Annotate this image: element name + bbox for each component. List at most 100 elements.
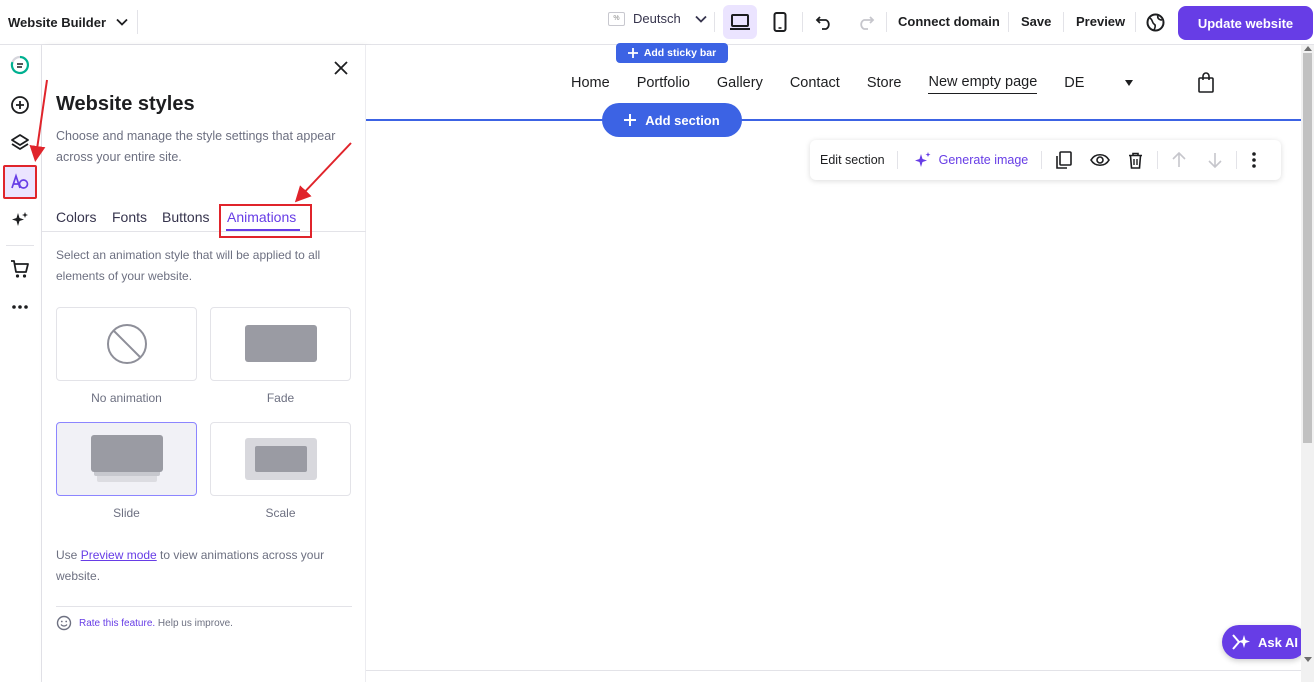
undo-button[interactable] (807, 5, 841, 39)
left-rail (0, 45, 42, 682)
laptop-icon (729, 13, 751, 31)
nav-item-home[interactable]: Home (571, 75, 610, 91)
divider (1135, 12, 1136, 32)
nav-item-store[interactable]: Store (867, 75, 902, 91)
rate-feature-suffix: Help us improve. (155, 617, 233, 629)
more-icon (11, 304, 29, 310)
divider (802, 12, 803, 32)
divider (1063, 12, 1064, 32)
preview-button[interactable]: Preview (1076, 14, 1125, 29)
tab-colors[interactable]: Colors (56, 209, 96, 225)
top-bar: Website Builder % Deutsch Connect domain (0, 0, 1314, 45)
ai-tools-icon (10, 210, 30, 230)
tab-buttons[interactable]: Buttons (162, 209, 209, 225)
divider (6, 245, 34, 246)
website-styles-panel: Website styles Choose and manage the sty… (42, 45, 366, 682)
divider (714, 12, 715, 32)
language-label: Deutsch (633, 11, 681, 26)
edit-section-button[interactable]: Edit section (820, 153, 885, 167)
add-section-button[interactable]: Add section (602, 103, 742, 137)
delete-icon[interactable] (1128, 152, 1143, 169)
preview-note: Use Preview mode to view animations acro… (56, 545, 346, 587)
animation-option-slide[interactable] (56, 422, 197, 496)
tab-fonts[interactable]: Fonts (112, 209, 147, 225)
animation-option-label: No animation (91, 391, 162, 405)
ask-ai-button[interactable]: Ask AI (1222, 625, 1307, 659)
animation-option-scale[interactable] (210, 422, 351, 496)
desktop-view-button[interactable] (723, 5, 757, 39)
nav-item-new-empty-page[interactable]: New empty page (928, 74, 1038, 94)
layers-button[interactable] (4, 127, 36, 159)
nav-item-gallery[interactable]: Gallery (717, 75, 763, 91)
site-language-selector[interactable]: DE (1064, 75, 1160, 91)
animation-option-label: Scale (265, 506, 296, 520)
generate-image-button[interactable]: Generate image (913, 151, 1028, 169)
divider (56, 606, 352, 607)
scroll-up-arrow-icon[interactable] (1304, 46, 1312, 51)
connect-domain-button[interactable]: Connect domain (898, 14, 1000, 29)
panel-description: Choose and manage the style settings tha… (56, 129, 336, 164)
scroll-down-arrow-icon[interactable] (1304, 657, 1312, 662)
add-sticky-bar-button[interactable]: Add sticky bar (616, 43, 728, 63)
progress-button[interactable] (4, 49, 36, 81)
divider (1008, 12, 1009, 32)
fade-preview-icon (244, 324, 318, 364)
layers-icon (10, 133, 30, 153)
add-section-label: Add section (645, 112, 720, 128)
visibility-icon[interactable] (1090, 153, 1111, 167)
add-element-icon (10, 95, 30, 115)
progress-icon (10, 55, 30, 75)
store-button[interactable] (4, 253, 36, 285)
animation-option-label: Fade (266, 391, 295, 405)
move-up-icon[interactable] (1172, 152, 1186, 168)
animation-option-fade[interactable] (210, 307, 351, 381)
app-title: Website Builder (8, 14, 107, 30)
update-website-button[interactable]: Update website (1178, 6, 1313, 40)
styles-icon (10, 172, 30, 192)
animation-description: Select an animation style that will be a… (56, 248, 321, 283)
annotation-highlight-box (219, 204, 312, 238)
rate-feature: Rate this feature. Help us improve. (56, 615, 233, 631)
add-element-button[interactable] (4, 89, 36, 121)
close-panel-button[interactable] (330, 57, 352, 79)
add-sticky-bar-label: Add sticky bar (643, 47, 717, 59)
store-icon (10, 259, 30, 279)
panel-title: Website styles (56, 93, 195, 115)
ask-ai-label: Ask AI (1258, 634, 1298, 650)
scrollbar[interactable] (1301, 45, 1314, 682)
section-toolbar: Edit section Generate image (810, 140, 1281, 180)
more-options-icon[interactable] (1252, 152, 1257, 168)
section-bottom-line (366, 670, 1301, 671)
scrollbar-thumb[interactable] (1303, 53, 1312, 443)
shopping-bag-icon[interactable] (1198, 72, 1215, 93)
duplicate-icon[interactable] (1055, 151, 1073, 169)
globe-icon[interactable] (1146, 13, 1165, 32)
section-boundary-line (366, 119, 1301, 121)
more-button[interactable] (4, 291, 36, 323)
save-button[interactable]: Save (1021, 14, 1051, 29)
sparkle-icon (913, 151, 932, 169)
divider (896, 151, 898, 169)
nav-item-contact[interactable]: Contact (790, 75, 840, 91)
plus-icon (624, 114, 637, 126)
mobile-view-button[interactable] (763, 5, 797, 39)
chevron-down-icon (695, 15, 707, 23)
dropdown-triangle-icon (1125, 79, 1134, 86)
move-down-icon[interactable] (1208, 152, 1222, 168)
ai-tools-button[interactable] (4, 204, 36, 236)
website-styles-button[interactable] (3, 165, 37, 199)
style-tabs: Colors Fonts Buttons Animations (42, 205, 366, 232)
language-selector[interactable]: % Deutsch (608, 11, 707, 26)
redo-button[interactable] (849, 5, 883, 39)
site-language-code: DE (1064, 74, 1085, 91)
close-icon (334, 61, 348, 75)
preview-mode-link[interactable]: Preview mode (81, 548, 157, 562)
animation-option-none[interactable] (56, 307, 197, 381)
scale-preview-icon (244, 437, 318, 481)
phone-icon (773, 12, 787, 32)
website-builder-menu[interactable]: Website Builder (0, 10, 138, 34)
nav-item-portfolio[interactable]: Portfolio (637, 75, 690, 91)
slide-preview-icon (90, 434, 164, 484)
chevron-down-icon (116, 18, 128, 26)
rate-feature-link[interactable]: Rate this feature. (79, 618, 155, 629)
